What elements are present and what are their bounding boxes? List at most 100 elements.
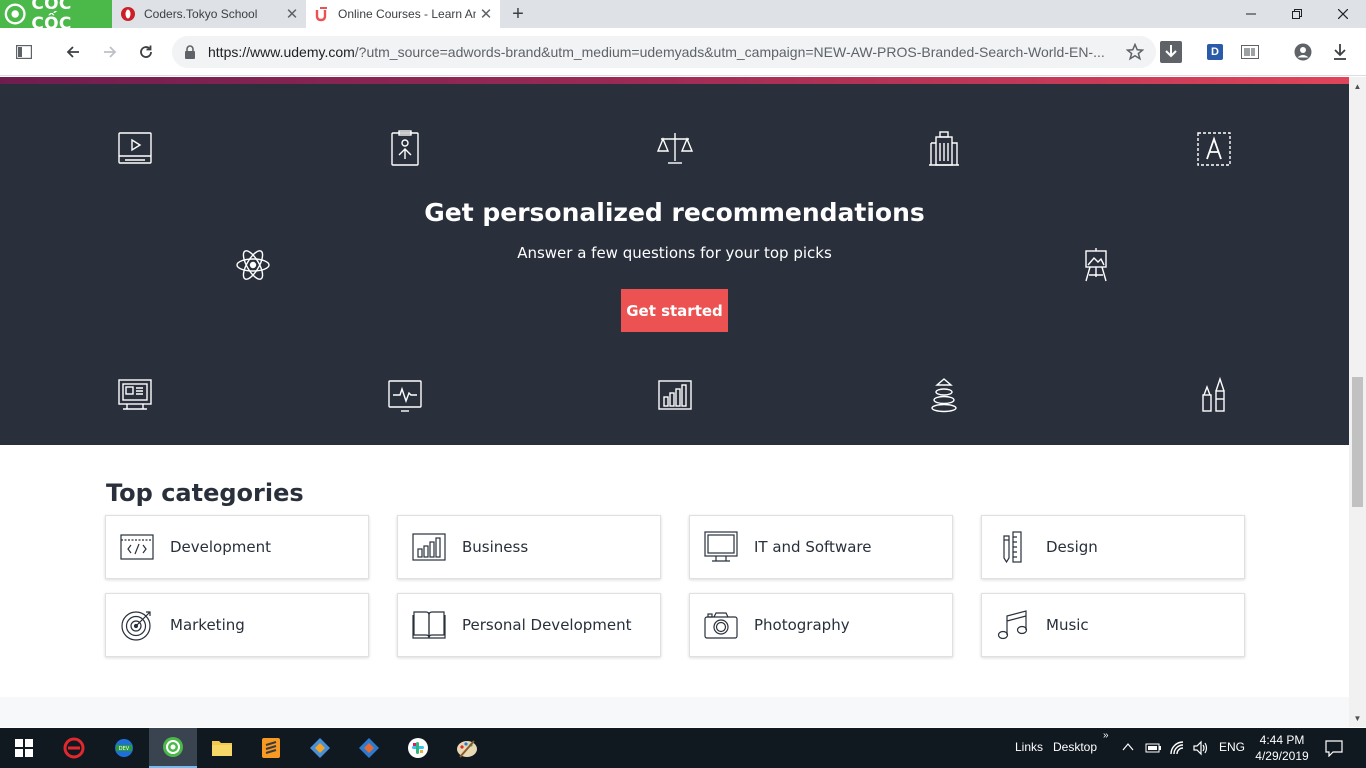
coccoc-logo-icon [4, 3, 26, 25]
recommendations-hero: Get personalized recommendations Answer … [0, 84, 1349, 445]
svg-text:DEV: DEV [119, 746, 130, 752]
profile-button[interactable] [1287, 36, 1319, 68]
accent-bar [0, 77, 1349, 84]
slack-icon [408, 738, 428, 758]
tab-close-icon[interactable]: ✕ [282, 4, 302, 24]
address-bar[interactable]: https://www.udemy.com/?utm_source=adword… [172, 36, 1156, 68]
coccoc-brand[interactable]: CỐC CỐC [0, 0, 112, 34]
tray-links[interactable]: Links [1015, 740, 1043, 754]
tab-coders-tokyo[interactable]: Coders.Tokyo School ✕ [112, 0, 306, 28]
clock-time: 4:44 PM [1259, 733, 1305, 747]
category-business[interactable]: Business [397, 515, 661, 579]
tab-close-icon[interactable]: ✕ [476, 4, 496, 24]
url-text: https://www.udemy.com/?utm_source=adword… [208, 44, 1112, 60]
page-viewport: Get personalized recommendations Answer … [0, 77, 1349, 727]
target-icon [121, 611, 151, 641]
restore-button[interactable] [1274, 0, 1320, 28]
tab-udemy[interactable]: Online Courses - Learn An ✕ [306, 0, 500, 28]
monitor-icon [704, 531, 738, 562]
wifi-icon[interactable] [1169, 740, 1185, 756]
windows-logo-icon [15, 739, 33, 757]
close-icon [1338, 9, 1348, 19]
ruler-pencil-icon [1003, 531, 1022, 564]
extension-d-button[interactable]: D [1207, 44, 1223, 60]
profile-icon [1294, 43, 1312, 61]
diamond-app-icon [359, 738, 379, 758]
minimize-icon [1246, 13, 1256, 15]
category-design[interactable]: Design [981, 515, 1245, 579]
garena-icon [63, 737, 85, 759]
language-indicator[interactable]: ENG [1219, 740, 1245, 754]
category-label: Development [170, 538, 271, 556]
extension-barcode-button[interactable] [1234, 36, 1266, 68]
windows-taskbar: DEV Links Desktop » ENG 4:44 PM 4/29/201… [0, 728, 1366, 768]
category-label: Business [462, 538, 529, 556]
typography-icon [1197, 132, 1231, 166]
category-label: Photography [754, 616, 850, 634]
tray-desktop[interactable]: Desktop [1053, 740, 1097, 754]
sidebar-icon [16, 45, 32, 59]
scroll-thumb[interactable] [1352, 377, 1363, 507]
close-window-button[interactable] [1320, 0, 1366, 28]
category-music[interactable]: Music [981, 593, 1245, 657]
start-button[interactable] [0, 728, 48, 768]
vertical-scrollbar[interactable]: ▲ ▼ [1349, 77, 1366, 727]
forward-button[interactable] [94, 36, 126, 68]
hero-title: Get personalized recommendations [424, 198, 925, 227]
opera-favicon-icon [121, 7, 135, 21]
taskbar-app-garena[interactable] [50, 728, 98, 768]
taskbar-app-file-explorer[interactable] [198, 728, 246, 768]
book-icon [412, 611, 446, 639]
new-tab-button[interactable]: + [506, 2, 530, 26]
taskbar-app-paint[interactable] [443, 728, 491, 768]
globe-app-icon: DEV [115, 739, 133, 757]
category-personal-development[interactable]: Personal Development [397, 593, 661, 657]
taskbar-app-git-tool[interactable] [296, 728, 344, 768]
download-extension-button[interactable] [1160, 41, 1182, 63]
get-started-button[interactable]: Get started [621, 289, 728, 332]
sidebar-toggle-button[interactable] [8, 36, 40, 68]
category-label: Music [1046, 616, 1089, 634]
category-label: IT and Software [754, 538, 872, 556]
top-categories-title: Top categories [106, 479, 304, 507]
bookmark-star-icon[interactable] [1126, 43, 1144, 61]
category-marketing[interactable]: Marketing [105, 593, 369, 657]
taskbar-app-sublime[interactable] [247, 728, 295, 768]
tray-expand-icon[interactable]: » [1103, 730, 1109, 741]
tab-title: Coders.Tokyo School [144, 7, 258, 21]
system-clock[interactable]: 4:44 PM 4/29/2019 [1254, 732, 1310, 764]
taskbar-app-vpn[interactable]: DEV [100, 728, 148, 768]
battery-icon[interactable] [1144, 741, 1162, 755]
tab-title: Online Courses - Learn An [338, 7, 476, 21]
category-photography[interactable]: Photography [689, 593, 953, 657]
browser-toolbar: https://www.udemy.com/?utm_source=adword… [0, 28, 1366, 76]
music-note-icon [997, 610, 1028, 640]
category-development[interactable]: Development [105, 515, 369, 579]
url-path: /?utm_source=adwords-brand&utm_medium=ud… [354, 44, 1105, 60]
back-arrow-icon [66, 46, 79, 58]
scroll-down-icon[interactable]: ▼ [1349, 711, 1366, 725]
next-section-band [0, 697, 1349, 727]
scroll-up-icon[interactable]: ▲ [1349, 79, 1366, 93]
category-it-and-software[interactable]: IT and Software [689, 515, 953, 579]
minimize-button[interactable] [1228, 0, 1274, 28]
reload-button[interactable] [130, 36, 162, 68]
clock-date: 4/29/2019 [1255, 749, 1309, 763]
downloads-button[interactable] [1324, 36, 1356, 68]
code-window-icon [120, 534, 154, 560]
sublime-text-icon [262, 738, 280, 758]
taskbar-app-coccoc[interactable] [149, 728, 197, 768]
chevron-up-icon[interactable] [1122, 742, 1134, 752]
folder-icon [212, 741, 232, 756]
reload-icon [140, 45, 152, 58]
back-button[interactable] [57, 36, 89, 68]
restore-icon [1292, 9, 1302, 19]
bar-chart-icon [658, 380, 692, 410]
diamond-app-icon [310, 738, 330, 758]
taskbar-app-git-tool-2[interactable] [345, 728, 393, 768]
notification-icon[interactable] [1325, 739, 1343, 757]
volume-icon[interactable] [1192, 740, 1208, 756]
clipboard-icon [391, 130, 419, 166]
building-icon [929, 131, 959, 166]
taskbar-app-slack[interactable] [394, 728, 442, 768]
